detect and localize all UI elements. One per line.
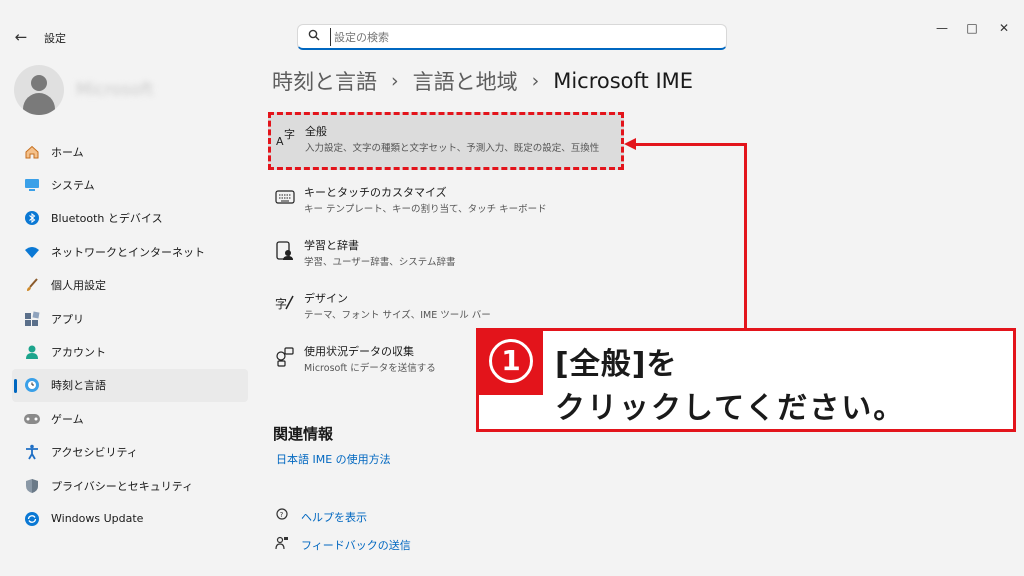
- avatar-head: [31, 75, 47, 91]
- sidebar-item-windows-update[interactable]: Windows Update: [12, 502, 248, 535]
- page-title: Microsoft IME: [553, 69, 694, 93]
- annotation-arrow-head: [624, 138, 636, 150]
- shield-icon: [22, 476, 42, 496]
- update-icon: [22, 509, 42, 529]
- setting-desc: 入力設定、文字の種類と文字セット、予測入力、既定の設定、互換性: [305, 143, 600, 154]
- setting-desc: Microsoft にデータを送信する: [304, 363, 436, 374]
- related-section-title: 関連情報: [273, 425, 334, 443]
- svg-text:?: ?: [280, 511, 284, 519]
- search-box[interactable]: [297, 24, 727, 50]
- setting-title: 使用状況データの収集: [304, 345, 414, 358]
- setting-title: キーとタッチのカスタマイズ: [304, 186, 447, 199]
- app-title: 設定: [44, 32, 66, 45]
- sidebar-item-label: アカウント: [51, 346, 106, 360]
- home-icon: [22, 142, 42, 162]
- annotation-arrow-line: [634, 143, 747, 146]
- search-input[interactable]: [330, 28, 710, 46]
- annotation-arrow-line: [744, 143, 747, 329]
- ime-usage-link[interactable]: 日本語 IME の使用方法: [276, 451, 391, 467]
- sidebar-item-accessibility[interactable]: アクセシビリティ: [12, 436, 248, 469]
- design-icon: 字: [274, 294, 296, 316]
- sidebar-item-system[interactable]: システム: [12, 168, 248, 201]
- feedback-icon: [272, 536, 292, 554]
- gamepad-icon: [22, 409, 42, 429]
- avatar-body: [23, 93, 55, 115]
- annotation-step-badge: 1: [479, 331, 543, 395]
- feedback-link[interactable]: フィードバックの送信: [301, 537, 411, 553]
- keyboard-icon: [274, 188, 296, 210]
- minimize-icon[interactable]: —: [932, 18, 952, 38]
- sidebar-item-label: プライバシーとセキュリティ: [51, 479, 194, 493]
- help-icon: ?: [272, 508, 292, 526]
- setting-title: デザイン: [304, 292, 348, 305]
- setting-keys-touch[interactable]: キーとタッチのカスタマイズ キー テンプレート、キーの割り当て、タッチ キーボー…: [270, 174, 622, 226]
- account-icon: [22, 342, 42, 362]
- sidebar-item-accounts[interactable]: アカウント: [12, 335, 248, 368]
- sidebar-item-label: ホーム: [51, 145, 84, 159]
- breadcrumb-time-language[interactable]: 時刻と言語: [272, 66, 377, 96]
- avatar[interactable]: [14, 65, 64, 115]
- sidebar-item-label: Bluetooth とデバイス: [51, 212, 163, 226]
- sidebar-item-time-language[interactable]: 時刻と言語: [12, 368, 248, 403]
- setting-title: 学習と辞書: [304, 239, 359, 252]
- sidebar-item-gaming[interactable]: ゲーム: [12, 402, 248, 435]
- sidebar-item-apps[interactable]: アプリ: [12, 302, 248, 335]
- sidebar-nav: ホーム システム Bluetooth とデバイス ネットワークとインターネット …: [12, 135, 248, 536]
- annotation-line1: [全般]を: [555, 347, 678, 382]
- accessibility-icon: [22, 442, 42, 462]
- dictionary-icon: [274, 241, 296, 263]
- maximize-icon[interactable]: □: [962, 18, 982, 38]
- wifi-icon: [22, 242, 42, 262]
- profile-name: Microsoft: [76, 80, 154, 100]
- globe-clock-icon: [22, 375, 42, 395]
- breadcrumb-separator: ›: [391, 70, 399, 92]
- sidebar-item-label: 個人用設定: [51, 279, 106, 293]
- breadcrumb-separator: ›: [531, 70, 540, 92]
- setting-desc: キー テンプレート、キーの割り当て、タッチ キーボード: [304, 204, 547, 215]
- sidebar-item-personalization[interactable]: 個人用設定: [12, 269, 248, 302]
- setting-learning-dictionary[interactable]: 学習と辞書 学習、ユーザー辞書、システム辞書: [270, 227, 622, 279]
- breadcrumb-language-region[interactable]: 言語と地域: [413, 66, 518, 96]
- setting-general[interactable]: A字 全般 入力設定、文字の種類と文字セット、予測入力、既定の設定、互換性: [268, 112, 624, 170]
- setting-desc: 学習、ユーザー辞書、システム辞書: [304, 257, 456, 268]
- brush-icon: [22, 275, 42, 295]
- feedback-row[interactable]: フィードバックの送信: [272, 536, 411, 554]
- annotation-line2: クリックしてください。: [555, 391, 906, 426]
- arrow-left-icon[interactable]: ←: [10, 26, 32, 48]
- sidebar-item-label: アプリ: [51, 312, 84, 326]
- svg-text:字: 字: [284, 127, 295, 141]
- setting-desc: テーマ、フォント サイズ、IME ツール バー: [304, 310, 491, 321]
- sidebar-item-network[interactable]: ネットワークとインターネット: [12, 235, 248, 268]
- title-bar: ← 設定 — □ ✕: [0, 0, 1024, 52]
- sidebar-item-label: ゲーム: [51, 412, 84, 426]
- svg-text:A: A: [276, 135, 284, 147]
- sidebar-item-privacy[interactable]: プライバシーとセキュリティ: [12, 469, 248, 502]
- setting-design[interactable]: 字 デザイン テーマ、フォント サイズ、IME ツール バー: [270, 280, 622, 332]
- data-collection-icon: [274, 347, 296, 369]
- setting-title: 全般: [305, 125, 327, 138]
- sidebar-item-label: システム: [51, 179, 95, 193]
- monitor-icon: [22, 175, 42, 195]
- sidebar-item-bluetooth[interactable]: Bluetooth とデバイス: [12, 202, 248, 235]
- annotation-callout: 1 [全般]を クリックしてください。: [476, 328, 1016, 432]
- bluetooth-icon: [22, 208, 42, 228]
- apps-icon: [22, 309, 42, 329]
- breadcrumb: 時刻と言語 › 言語と地域 › Microsoft IME: [272, 66, 693, 96]
- help-row[interactable]: ? ヘルプを表示: [272, 508, 367, 526]
- sidebar-item-label: アクセシビリティ: [51, 446, 138, 460]
- search-icon: [308, 29, 320, 44]
- sidebar-item-label: Windows Update: [51, 512, 144, 526]
- close-icon[interactable]: ✕: [994, 18, 1014, 38]
- annotation-step-number: 1: [489, 339, 533, 383]
- sidebar-item-home[interactable]: ホーム: [12, 135, 248, 168]
- sidebar-item-label: 時刻と言語: [51, 379, 106, 393]
- sidebar-item-label: ネットワークとインターネット: [51, 245, 205, 259]
- ime-general-icon: A字: [275, 127, 297, 149]
- help-link[interactable]: ヘルプを表示: [301, 509, 367, 525]
- svg-text:字: 字: [275, 296, 287, 311]
